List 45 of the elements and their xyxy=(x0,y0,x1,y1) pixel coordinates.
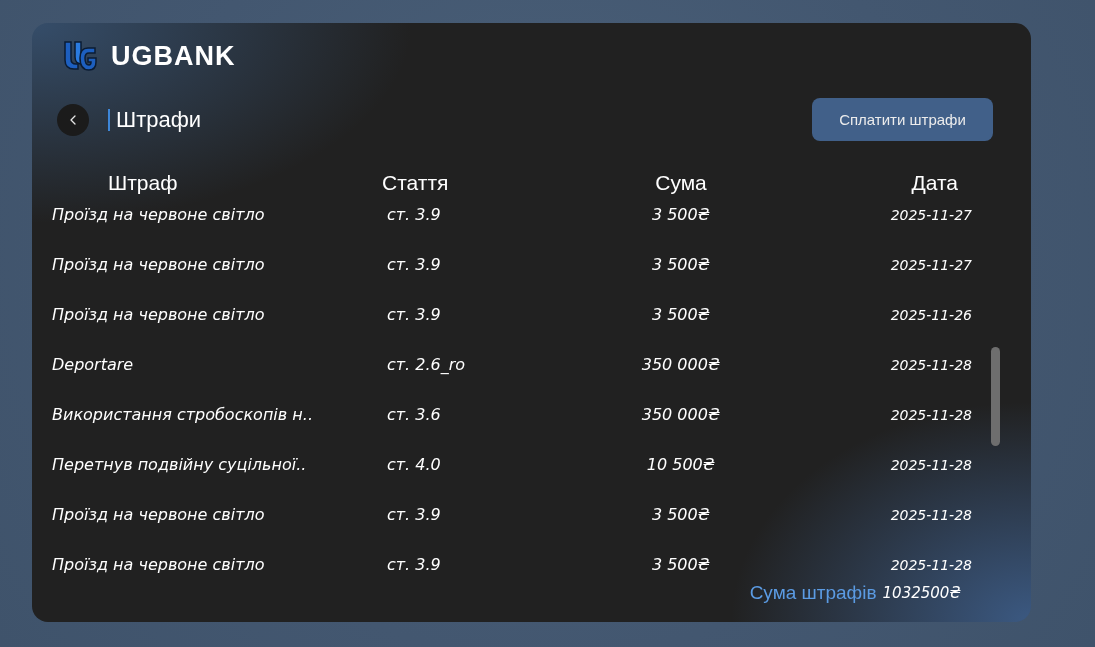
table-cell-text: ст. 3.9 xyxy=(386,204,442,226)
table-cell-text: 3 500₴ xyxy=(650,504,712,526)
table-cell-text: Проїзд на червоне світло xyxy=(52,504,266,526)
table-cell-text: 3 500₴ xyxy=(650,204,712,226)
total-amount: 1032500₴ xyxy=(882,583,961,604)
table-cell-text: Проїзд на червоне світло xyxy=(52,204,266,226)
table-cell-text: 2025-11-28 xyxy=(889,506,973,525)
chevron-left-icon xyxy=(70,114,76,125)
pay-fines-button[interactable]: Сплатити штрафи xyxy=(812,98,993,141)
table-cell-text: 2025-11-28 xyxy=(889,406,973,425)
logo-icon xyxy=(62,39,98,73)
column-header: Штраф xyxy=(107,170,179,195)
table-cell-text: 2025-11-28 xyxy=(889,556,973,575)
table-cell-text: ст. 3.9 xyxy=(386,254,442,276)
page-title: Штрафи xyxy=(108,108,202,131)
table-cell-text: ст. 3.9 xyxy=(386,554,442,576)
table-cell-text: 2025-11-28 xyxy=(889,456,973,475)
brand-name: UGBANK xyxy=(111,40,236,72)
table-cell-text: Проїзд на червоне світло xyxy=(52,304,266,326)
table-cell-text: ст. 4.0 xyxy=(386,454,442,476)
table-cell-text: 2025-11-27 xyxy=(889,256,973,275)
table-cell-text: 3 500₴ xyxy=(650,254,712,276)
table-cell-text: 3 500₴ xyxy=(650,304,712,326)
back-button[interactable] xyxy=(57,103,89,136)
table-cell-text: ст. 3.6 xyxy=(386,404,442,426)
table-cell-text: 350 000₴ xyxy=(640,354,722,376)
table-cell-text: ст. 2.6_ro xyxy=(386,354,467,376)
table-cell-text: Використання стробоскопів н.. xyxy=(52,404,314,426)
table-cell-text: 2025-11-28 xyxy=(889,356,973,375)
table-cell-text: 2025-11-26 xyxy=(889,306,973,325)
table-cell-text: Deportare xyxy=(52,354,135,376)
scrollbar-thumb[interactable] xyxy=(991,347,1000,446)
table-cell-text: Перетнув подвійну суцільної.. xyxy=(52,454,308,476)
column-header: Сума xyxy=(654,170,708,195)
column-header: Стаття xyxy=(382,170,450,195)
table-cell-text: Проїзд на червоне світло xyxy=(52,254,266,276)
table-cell-text: Проїзд на червоне світло xyxy=(52,554,266,576)
total-label: Сума штрафів xyxy=(749,581,877,605)
column-header: Дата xyxy=(910,170,959,195)
table-cell-text: 2025-11-27 xyxy=(889,206,973,225)
table-cell-text: 10 500₴ xyxy=(645,454,717,476)
table-cell-text: ст. 3.9 xyxy=(386,304,442,326)
table-cell-text: 350 000₴ xyxy=(640,404,722,426)
table-cell-text: 3 500₴ xyxy=(650,554,712,576)
table-cell-text: ст. 3.9 xyxy=(386,504,442,526)
